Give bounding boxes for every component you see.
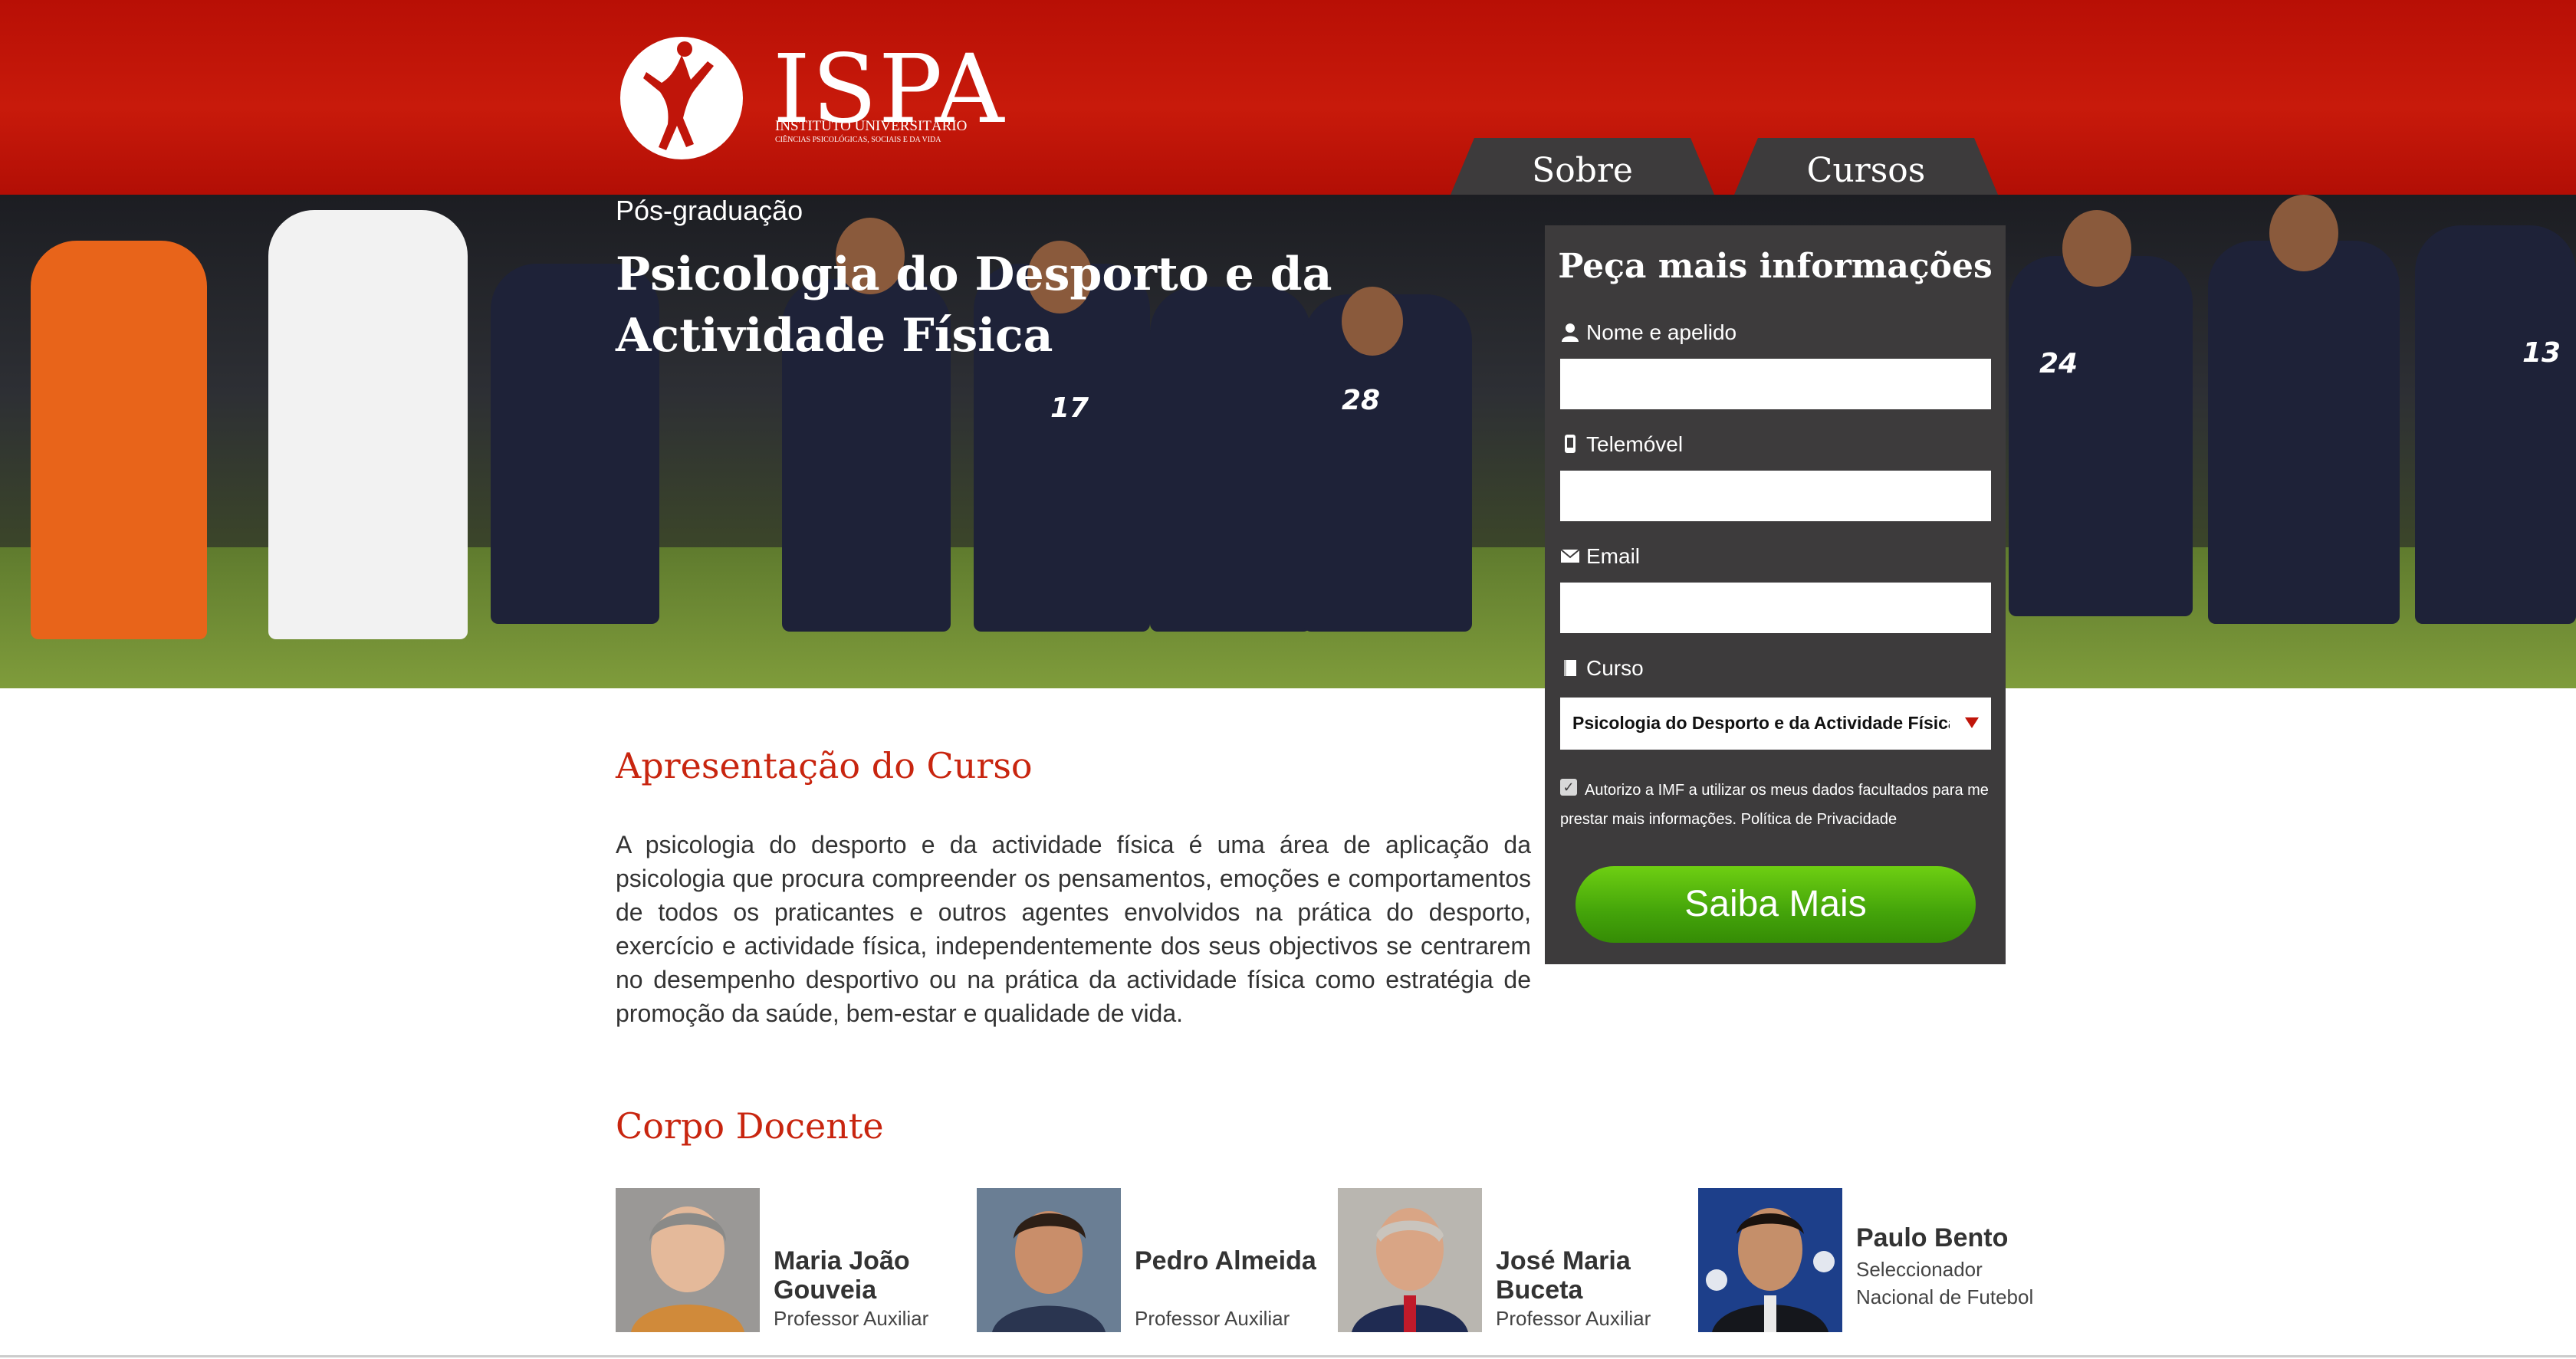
- logo-emblem-icon: [620, 37, 743, 159]
- course-select[interactable]: Psicologia do Desporto e da Actividade F…: [1560, 698, 1991, 750]
- jersey-number: 28: [1342, 385, 1381, 416]
- faculty-role: Professor Auxiliar: [774, 1307, 929, 1330]
- logo-tagline: CIÊNCIAS PSICOLÓGICAS, SOCIAIS E DA VIDA: [775, 136, 941, 144]
- phone-field-label: Telemóvel: [1560, 432, 1683, 457]
- tab-sobre[interactable]: Sobre: [1451, 138, 1714, 195]
- consent-text: Autorizo a IMF a utilizar os meus dados …: [1560, 782, 1989, 828]
- hero-player: [31, 241, 207, 639]
- presentation-heading: Apresentação do Curso: [616, 745, 1033, 786]
- faculty-role: Professor Auxiliar: [1496, 1307, 1651, 1330]
- hero-title: Psicologia do Desporto e da Actividade F…: [616, 248, 1332, 363]
- jersey-number: 24: [2039, 348, 2078, 379]
- ispa-logo[interactable]: ISPA INSTITUTO UNIVERSITÁRIO CIÊNCIAS PS…: [616, 32, 1004, 162]
- course-field-label: Curso: [1560, 656, 1644, 681]
- faculty-photo: [1338, 1188, 1482, 1332]
- faculty-heading: Corpo Docente: [616, 1105, 884, 1147]
- faculty-role: Professor Auxiliar: [1135, 1307, 1290, 1330]
- hero-player: [2415, 225, 2576, 624]
- faculty-name: Maria João Gouveia: [774, 1246, 910, 1305]
- name-input[interactable]: [1560, 359, 1991, 409]
- consent-checkbox[interactable]: ✓: [1560, 779, 1577, 796]
- name-label-text: Nome e apelido: [1586, 320, 1737, 344]
- hero-subtitle: Pós-graduação: [616, 195, 803, 226]
- jersey-number: 13: [2522, 337, 2561, 369]
- faculty-photo: [977, 1188, 1121, 1332]
- logo-subtitle: INSTITUTO UNIVERSITÁRIO: [775, 118, 968, 134]
- site-header: ISPA INSTITUTO UNIVERSITÁRIO CIÊNCIAS PS…: [0, 0, 2576, 195]
- name-field-label: Nome e apelido: [1560, 320, 1737, 345]
- hero-player-head: [2269, 195, 2338, 271]
- faculty-name: Pedro Almeida: [1135, 1246, 1316, 1275]
- faculty-photo: [1698, 1188, 1842, 1332]
- form-title: Peça mais informações: [1558, 247, 1993, 286]
- email-field-label: Email: [1560, 544, 1640, 569]
- phone-icon: [1565, 435, 1576, 453]
- faculty-name: Paulo Bento: [1856, 1223, 2009, 1252]
- saiba-mais-button[interactable]: Saiba Mais: [1576, 866, 1976, 943]
- phone-label-text: Telemóvel: [1586, 432, 1684, 456]
- faculty-name: José Maria Buceta: [1496, 1246, 1631, 1305]
- faculty-role: Seleccionador Nacional de Futebol: [1856, 1258, 2034, 1308]
- email-label-text: Email: [1586, 544, 1641, 568]
- email-input[interactable]: [1560, 583, 1991, 633]
- jersey-number: 17: [1050, 392, 1089, 424]
- info-request-form: Peça mais informações Nome e apelido Tel…: [1545, 225, 2006, 964]
- hero-player: [2208, 241, 2400, 624]
- hero-player-head: [2062, 210, 2131, 287]
- book-icon: [1564, 660, 1576, 676]
- course-select-value: Psicologia do Desporto e da Actividade F…: [1572, 713, 1950, 733]
- course-label-text: Curso: [1586, 656, 1644, 680]
- hero-player: [2009, 256, 2193, 616]
- phone-input[interactable]: [1560, 471, 1991, 521]
- page-bottom-divider: [0, 1355, 2576, 1357]
- envelope-icon: [1560, 549, 1580, 563]
- presentation-text: A psicologia do desporto e da actividade…: [616, 831, 1531, 1027]
- tab-cursos[interactable]: Cursos: [1734, 138, 1998, 195]
- chevron-down-icon: [1965, 717, 1979, 728]
- faculty-photo: [616, 1188, 760, 1332]
- user-icon: [1562, 323, 1579, 342]
- hero-player: [268, 210, 468, 639]
